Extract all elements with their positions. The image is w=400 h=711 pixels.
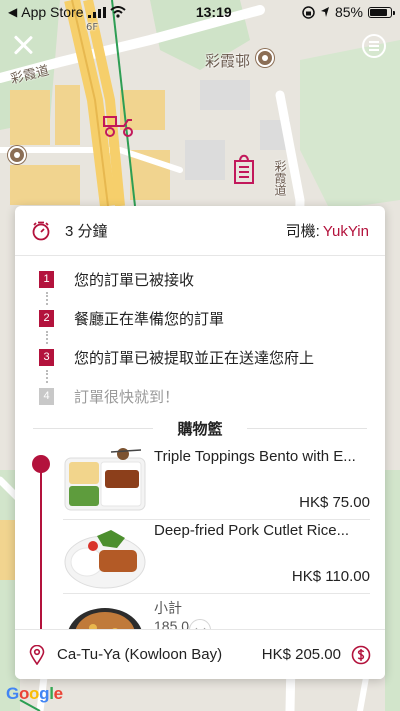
battery-level [370,8,387,16]
food-image-bento [64,448,146,511]
driver-name: YukYin [322,223,369,240]
back-to-app[interactable]: ◀ App Store [8,4,126,20]
item-name: Deep-fried Pork Cutlet Rice... [154,522,350,539]
item-price: HK$ 75.00 [299,494,370,511]
step-number-badge: 3 [39,348,54,366]
step-connector [39,368,54,385]
order-status-card: 3 分鐘 司機: YukYin 1 您的訂單已被接收 2 餐廳正在準備您的訂單 3… [15,206,385,679]
chat-button[interactable] [362,34,386,58]
eta-text: 3 分鐘 [65,223,108,240]
map-poi-marker[interactable] [8,146,26,164]
signal-icon [87,6,106,18]
step-number-badge: 2 [39,309,54,327]
step-connector [39,290,54,307]
google-logo-letter: e [53,684,63,703]
step-text: 餐廳正在準備您的訂單 [74,310,225,328]
back-app-label: App Store [21,4,84,20]
google-logo: Google [6,684,63,704]
progress-step: 2 餐廳正在準備您的訂單 [39,307,385,329]
location-pin-icon [29,644,45,665]
driver-info: 司機: YukYin [286,220,369,241]
step-text: 您的訂單已被提取並正在送達您府上 [74,349,315,367]
google-logo-letter: g [39,684,50,703]
item-name: Triple Toppings Bento with E... [154,448,356,465]
orientation-lock-icon [302,5,315,19]
item-price: HK$ 110.00 [291,568,370,585]
battery-icon [368,6,395,18]
basket-item[interactable]: Triple Toppings Bento with E... HK$ 75.0… [63,446,370,520]
map-label-estate: 彩霞邨 [205,52,251,70]
step-text: 訂單很快就到！ [74,388,180,406]
order-progress-steps: 1 您的訂單已被接收 2 餐廳正在準備您的訂單 3 您的訂單已被提取並正在送達您… [15,256,385,407]
google-logo-letter: o [29,684,40,703]
basket-title: 購物籃 [177,421,223,438]
status-time: 13:19 [195,4,232,20]
map-label-road-2: 彩霞道 [273,160,287,196]
step-text: 您的訂單已被接收 [74,271,195,289]
progress-step: 4 訂單很快就到！ [39,385,385,407]
order-header: 3 分鐘 司機: YukYin [15,206,385,256]
rider-icon [103,116,133,137]
wifi-icon [109,6,126,18]
battery-percent: 85% [334,4,363,20]
location-arrow-icon [320,7,329,17]
basket-timeline-dot [32,455,50,473]
food-image-pork-cutlet [64,530,146,589]
restaurant-bag-icon [234,154,254,184]
subtotal-label: 小計 [154,600,182,616]
driver-label: 司機: [285,223,320,240]
google-logo-letter: o [18,684,30,703]
step-number-badge: 4 [39,387,54,405]
progress-step: 1 您的訂單已被接收 [39,268,385,290]
close-button[interactable] [10,32,36,58]
order-total: HK$ 205.00 [261,646,341,663]
restaurant-name[interactable]: Ca-Tu-Ya (Kowloon Bay) [57,646,262,663]
step-connector [39,329,54,346]
basket-item[interactable]: Deep-fried Pork Cutlet Rice... HK$ 110.0… [63,520,370,594]
map-poi-marker[interactable] [256,49,274,67]
order-footer: Ca-Tu-Ya (Kowloon Bay) HK$ 205.00 [15,629,385,679]
status-bar: ◀ App Store 13:19 85% [0,0,400,24]
payment-dollar-icon[interactable] [351,645,371,665]
progress-step: 3 您的訂單已被提取並正在送達您府上 [39,346,385,368]
google-logo-letter: G [6,684,19,703]
back-arrow-icon: ◀ [8,5,18,19]
timer-icon [32,221,50,240]
basket-timeline [40,464,42,634]
step-number-badge: 1 [39,270,54,288]
